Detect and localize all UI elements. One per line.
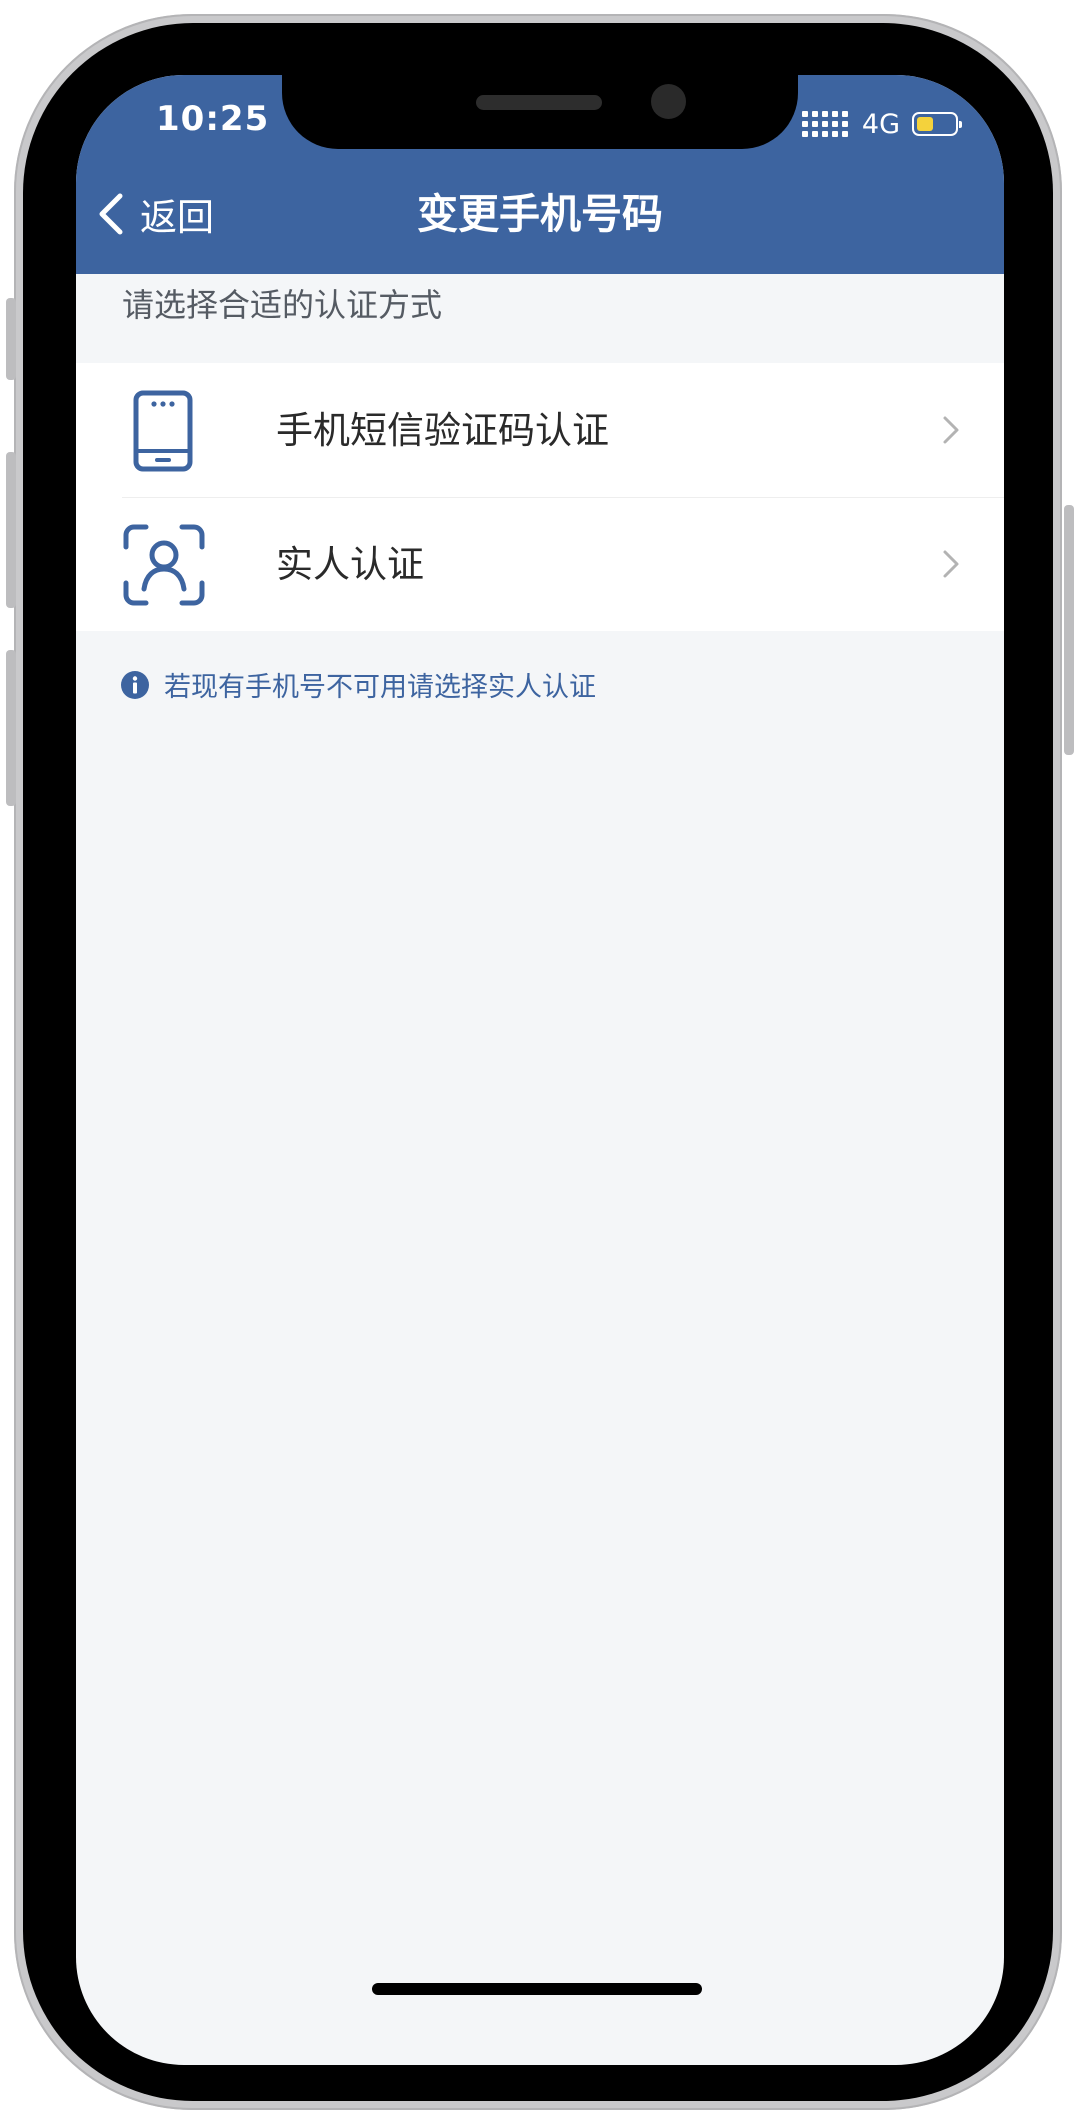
battery-icon bbox=[912, 112, 962, 136]
status-time: 10:25 bbox=[156, 99, 270, 139]
sms-verification-option[interactable]: 手机短信验证码认证 bbox=[76, 363, 1004, 497]
screen: 10:25 4G 返回 变更手机号码 请选择合适的认证方式 手机短信验证码认证 … bbox=[76, 75, 1004, 2065]
smartphone-icon bbox=[133, 390, 193, 472]
signal-icon bbox=[801, 111, 848, 137]
speaker-grille bbox=[476, 95, 602, 110]
tip-text: 若现有手机号不可用请选择实人认证 bbox=[164, 672, 596, 703]
front-camera bbox=[651, 84, 686, 119]
tip-message: 若现有手机号不可用请选择实人认证 bbox=[120, 665, 596, 704]
nav-header: 10:25 4G 返回 变更手机号码 bbox=[76, 75, 1004, 274]
mute-switch bbox=[6, 298, 16, 380]
face-scan-icon bbox=[123, 524, 205, 606]
real-person-verification-option[interactable]: 实人认证 bbox=[76, 497, 1004, 631]
home-indicator[interactable] bbox=[372, 1983, 702, 1995]
page: 10:25 4G 返回 变更手机号码 请选择合适的认证方式 手机短信验证码认证 … bbox=[0, 0, 1080, 2123]
notch bbox=[282, 75, 798, 149]
page-title: 变更手机号码 bbox=[417, 190, 663, 238]
status-indicators: 4G bbox=[801, 107, 962, 141]
sms-verification-label: 手机短信验证码认证 bbox=[276, 409, 609, 452]
network-type: 4G bbox=[861, 108, 900, 140]
volume-down-button bbox=[6, 650, 16, 806]
chevron-right-icon bbox=[943, 550, 959, 578]
section-label: 请选择合适的认证方式 bbox=[122, 286, 443, 324]
real-person-verification-label: 实人认证 bbox=[276, 543, 424, 586]
battery-level bbox=[917, 117, 933, 131]
power-button bbox=[1064, 505, 1074, 755]
info-icon bbox=[121, 670, 149, 699]
auth-method-list: 手机短信验证码认证 实人认证 bbox=[76, 363, 1004, 631]
chevron-right-icon bbox=[943, 416, 959, 444]
volume-up-button bbox=[6, 452, 16, 608]
